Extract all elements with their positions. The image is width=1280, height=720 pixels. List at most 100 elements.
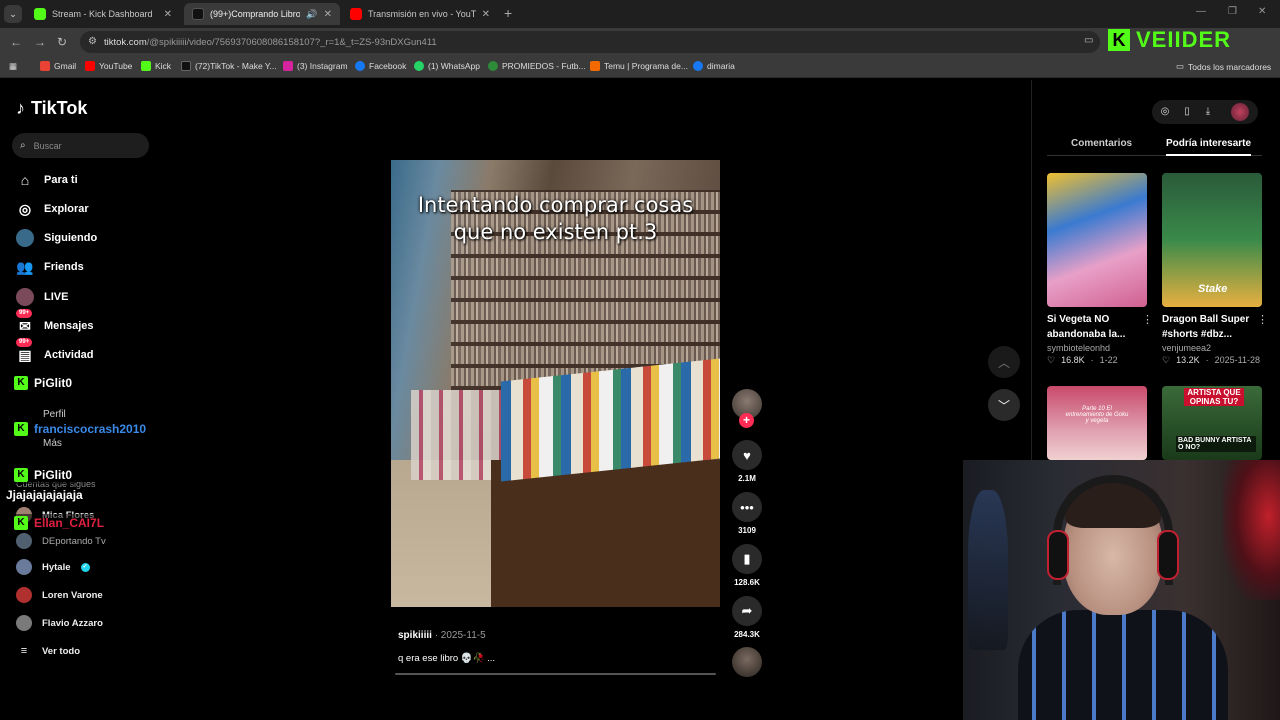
tab-kick-dashboard[interactable]: Stream - Kick Dashboard ✕ <box>26 3 180 25</box>
more-options-icon[interactable]: ⋮ <box>1257 313 1268 326</box>
url-field[interactable]: ⚙ tiktok.com/@spikiiiii/video/7569370608… <box>80 31 1100 53</box>
temu-icon <box>590 61 600 71</box>
nav-live[interactable]: LIVE <box>16 288 68 306</box>
close-tab-icon[interactable]: ✕ <box>482 9 490 20</box>
gmail-icon <box>40 61 50 71</box>
messages-icon: ✉ 99+ <box>16 309 34 335</box>
video-progress-bar[interactable] <box>395 673 716 675</box>
headset-icon <box>1053 475 1173 585</box>
browser-tab-bar: ⌄ Stream - Kick Dashboard ✕ (99+)Compran… <box>0 0 1280 28</box>
reload-icon[interactable]: ↻ <box>57 35 67 49</box>
tab-suggested[interactable]: Podría interesarte <box>1166 138 1251 149</box>
bookmark-kick[interactable]: Kick <box>141 61 171 71</box>
bookmark-tiktok[interactable]: (72)TikTok - Make Y... <box>181 61 277 71</box>
minimize-icon[interactable]: — <box>1196 6 1206 17</box>
compass-icon: ◎ <box>18 201 32 217</box>
chat-message: K Ellan_CAI7L <box>10 514 109 532</box>
url-path: /@spikiiiii/video/7569370608086158107?_r… <box>146 36 437 48</box>
video-author[interactable]: spikiiiii · 2025-11-5 <box>398 630 486 641</box>
like-button[interactable]: ♥ 2.1M <box>732 440 762 483</box>
close-tab-icon[interactable]: ✕ <box>164 9 172 20</box>
previous-video-button[interactable]: ︿ <box>988 346 1020 378</box>
inbox-icon: ▤ 99+ <box>16 338 34 364</box>
tab-comments[interactable]: Comentarios <box>1071 138 1132 149</box>
tab-youtube-live[interactable]: Transmisión en vivo - YouTube ✕ <box>342 3 498 25</box>
search-input[interactable]: ⌕ Buscar <box>12 133 149 158</box>
close-window-icon[interactable]: ✕ <box>1258 6 1266 17</box>
download-icon[interactable]: ⤓ <box>1199 103 1217 121</box>
bookmark-promiedos[interactable]: PROMIEDOS - Futb... <box>488 61 586 71</box>
following-hytale[interactable]: Hytale ✓ <box>16 559 90 575</box>
see-all-following[interactable]: ≡ Ver todo <box>16 645 80 657</box>
bookmark-youtube[interactable]: YouTube <box>85 61 132 71</box>
video-caption: Intentando comprar cosas que no existen … <box>417 193 694 244</box>
save-count: 128.6K <box>734 578 760 587</box>
heart-outline-icon: ♡ <box>1162 355 1171 365</box>
comment-button[interactable]: ••• 3109 <box>732 492 762 535</box>
cast-icon[interactable]: ▭ <box>1084 35 1093 46</box>
suggested-video-card[interactable]: Stake Dragon Ball Super #shorts #dbz... ⋮… <box>1162 173 1268 366</box>
following-icon <box>16 229 34 247</box>
video-date: 2025-11-5 <box>440 630 486 641</box>
nav-for-you[interactable]: ⌂ Para ti <box>16 171 78 189</box>
tiktok-note-icon: ♪ <box>16 98 25 118</box>
new-tab-icon[interactable]: + <box>504 5 512 21</box>
user-avatar[interactable] <box>1231 103 1249 121</box>
share-icon: ➦ <box>732 596 762 626</box>
following-loren-varone[interactable]: Loren Varone <box>16 587 103 603</box>
close-tab-icon[interactable]: ✕ <box>324 9 332 20</box>
forward-icon[interactable]: → <box>34 35 46 49</box>
video-player[interactable]: Intentando comprar cosas que no existen … <box>391 160 720 607</box>
youtube-icon <box>85 61 95 71</box>
next-video-button[interactable]: ﹀ <box>988 389 1020 421</box>
site-info-icon[interactable]: ⚙ <box>88 36 97 47</box>
headset-ear-right <box>1157 530 1179 580</box>
mobile-icon[interactable]: ▯ <box>1178 103 1196 121</box>
bookmark-facebook[interactable]: Facebook <box>355 61 406 71</box>
follow-plus-icon[interactable]: + <box>739 413 754 428</box>
like-count: 2.1M <box>738 474 756 483</box>
nav-more[interactable]: Más <box>43 438 62 449</box>
suggested-video-card[interactable]: ARTISTA QUE OPINAS TU? BAD BUNNY ARTISTA… <box>1162 386 1262 460</box>
kick-badge-icon: K <box>14 516 28 530</box>
music-disc-icon[interactable] <box>732 647 762 677</box>
book-table <box>491 460 720 607</box>
nav-activity[interactable]: ▤ 99+ Actividad <box>16 338 94 364</box>
bookmark-dimaria[interactable]: dimaria <box>693 61 735 71</box>
all-bookmarks[interactable]: ▭ Todos los marcadores <box>1176 61 1271 72</box>
bookmarks-bar: ▦ Gmail YouTube Kick (72)TikTok - Make Y… <box>0 56 1280 78</box>
nav-messages[interactable]: ✉ 99+ Mensajes <box>16 309 94 335</box>
tab-tiktok[interactable]: (99+)Comprando Libros Q 🔊 ✕ <box>184 3 340 25</box>
tab-active-indicator <box>1166 154 1251 156</box>
avatar <box>16 533 32 549</box>
tab-search-button[interactable]: ⌄ <box>4 5 22 23</box>
youtube-favicon-icon <box>350 8 362 20</box>
save-button[interactable]: ▮ 128.6K <box>732 544 762 587</box>
compass-icon[interactable]: ◎ <box>1156 103 1174 121</box>
instagram-icon <box>283 61 293 71</box>
bookmark-whatsapp[interactable]: (1) WhatsApp <box>414 61 480 71</box>
suggested-video-card[interactable]: Parte 10 El entrenamiento de Goku y vege… <box>1047 386 1147 460</box>
tiktok-icon <box>181 61 191 71</box>
bookmark-instagram[interactable]: (3) Instagram <box>283 61 348 71</box>
nav-following[interactable]: Siguiendo <box>16 229 97 247</box>
facebook-icon <box>355 61 365 71</box>
speaker-icon[interactable]: 🔊 <box>306 9 317 20</box>
maximize-icon[interactable]: ❐ <box>1228 6 1237 17</box>
heart-outline-icon: ♡ <box>1047 355 1056 365</box>
nav-friends[interactable]: 👥 Friends <box>16 258 83 276</box>
kick-badge-icon: K <box>14 468 28 482</box>
nav-explore[interactable]: ◎ Explorar <box>16 200 89 218</box>
following-flavio-azzaro[interactable]: Flavio Azzaro <box>16 615 103 631</box>
suggested-video-card[interactable]: Si Vegeta NO abandonaba la... ⋮ symbiotel… <box>1047 173 1153 366</box>
bookmark-temu[interactable]: Temu | Programa de... <box>590 61 688 71</box>
more-options-icon[interactable]: ⋮ <box>1142 313 1153 326</box>
apps-icon[interactable]: ▦ <box>9 61 17 72</box>
share-button[interactable]: ➦ 284.3K <box>732 596 762 639</box>
following-deportando-tv[interactable]: DEportando Tv <box>16 533 106 549</box>
back-icon[interactable]: ← <box>10 35 22 49</box>
tiktok-logo[interactable]: ♪ TikTok <box>16 98 87 119</box>
bookmark-gmail[interactable]: Gmail <box>40 61 76 71</box>
chevron-up-icon: ︿ <box>997 355 1010 370</box>
nav-profile[interactable]: Perfil <box>43 409 66 420</box>
